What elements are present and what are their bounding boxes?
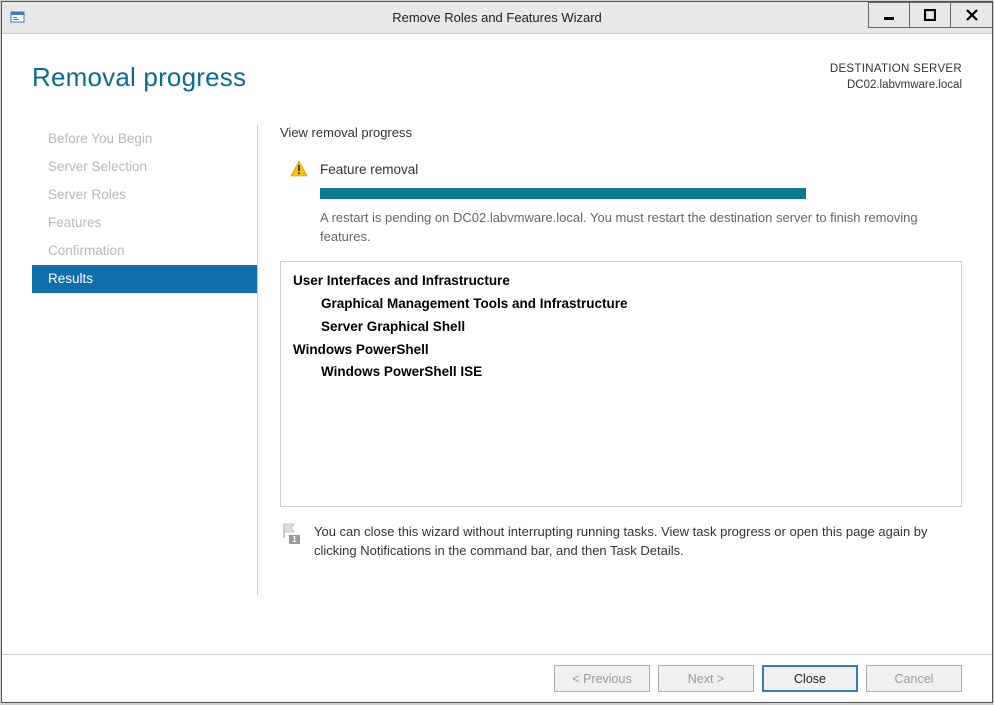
cancel-button: Cancel <box>866 665 962 692</box>
feature-tree-item: Windows PowerShell <box>293 339 949 362</box>
status-title: Feature removal <box>320 162 418 177</box>
page-title: Removal progress <box>32 62 246 93</box>
note-text: You can close this wizard without interr… <box>314 523 954 561</box>
main-panel: View removal progress Feature removal A … <box>258 113 962 654</box>
window-title: Remove Roles and Features Wizard <box>392 10 602 25</box>
notification-flag-icon: 1 <box>280 523 302 545</box>
app-icon <box>10 10 26 26</box>
feature-tree-item: User Interfaces and Infrastructure <box>293 270 949 293</box>
warning-icon <box>290 160 308 178</box>
status-row: Feature removal <box>280 160 962 178</box>
previous-button: < Previous <box>554 665 650 692</box>
destination-label: DESTINATION SERVER <box>830 62 962 78</box>
step-confirmation: Confirmation <box>32 237 257 265</box>
feature-tree-item: Server Graphical Shell <box>293 316 949 339</box>
footer-buttons: < Previous Next > Close Cancel <box>2 654 992 702</box>
svg-text:1: 1 <box>292 535 297 544</box>
destination-block: DESTINATION SERVER DC02.labvmware.local <box>830 62 962 93</box>
wizard-window: Remove Roles and Features Wizard Removal… <box>1 1 993 703</box>
title-bar: Remove Roles and Features Wizard <box>2 2 992 34</box>
close-button[interactable]: Close <box>762 665 858 692</box>
step-server-roles: Server Roles <box>32 181 257 209</box>
window-controls <box>869 2 992 28</box>
header-row: Removal progress DESTINATION SERVER DC02… <box>2 34 992 103</box>
content-area: Removal progress DESTINATION SERVER DC02… <box>2 34 992 702</box>
wizard-steps-sidebar: Before You Begin Server Selection Server… <box>32 113 257 654</box>
progress-bar <box>320 188 806 199</box>
step-before-you-begin: Before You Begin <box>32 125 257 153</box>
main-row: Before You Begin Server Selection Server… <box>2 103 992 654</box>
destination-server-name: DC02.labvmware.local <box>830 78 962 94</box>
features-list: User Interfaces and Infrastructure Graph… <box>280 261 962 507</box>
note-row: 1 You can close this wizard without inte… <box>280 507 962 561</box>
feature-tree-item: Windows PowerShell ISE <box>293 361 949 384</box>
step-results: Results <box>32 265 257 293</box>
next-button: Next > <box>658 665 754 692</box>
feature-tree-item: Graphical Management Tools and Infrastru… <box>293 293 949 316</box>
instruction-text: View removal progress <box>280 125 962 140</box>
minimize-button[interactable] <box>868 2 910 28</box>
step-server-selection: Server Selection <box>32 153 257 181</box>
restart-message: A restart is pending on DC02.labvmware.l… <box>280 209 962 247</box>
step-features: Features <box>32 209 257 237</box>
maximize-button[interactable] <box>909 2 951 28</box>
close-window-button[interactable] <box>950 2 992 28</box>
